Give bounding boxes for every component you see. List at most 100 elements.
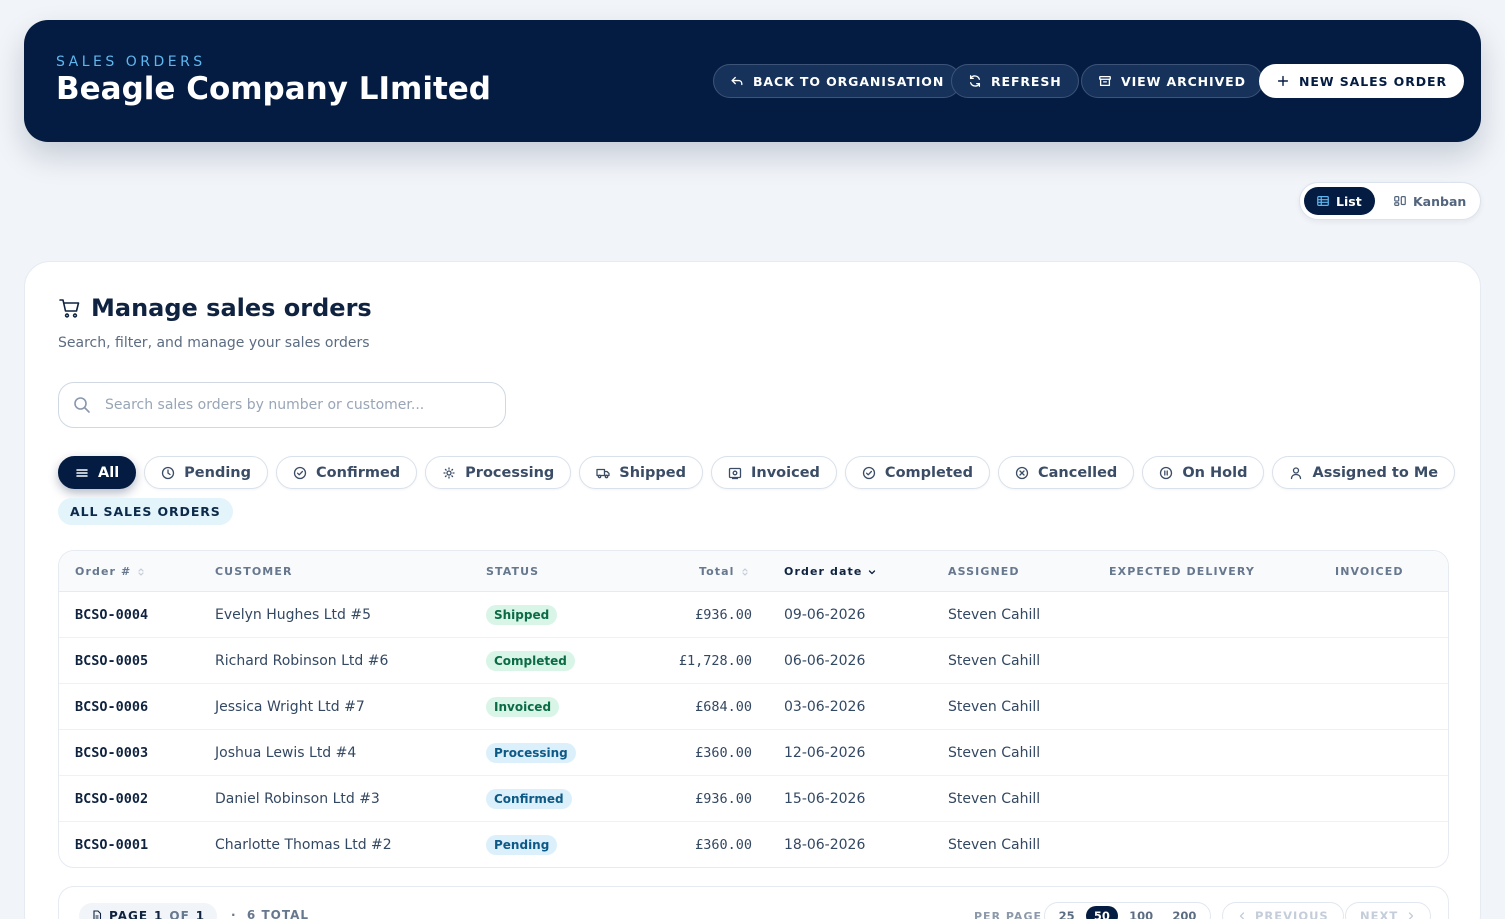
column-order-date[interactable]: Order date bbox=[784, 565, 877, 578]
refresh-button-label: REFRESH bbox=[991, 73, 1062, 89]
customer-name: Evelyn Hughes Ltd #5 bbox=[215, 607, 372, 623]
truck-icon bbox=[596, 468, 610, 478]
filter-label: Shipped bbox=[619, 464, 686, 481]
page-header: SALES ORDERS Beagle Company LImited BACK… bbox=[24, 20, 1481, 142]
assigned-user: Steven Cahill bbox=[948, 745, 1041, 761]
card-title: Manage sales orders bbox=[58, 294, 372, 322]
table-row[interactable]: BCSO-0006 Jessica Wright Ltd #7 Invoiced… bbox=[59, 684, 1448, 730]
customer-name: Jessica Wright Ltd #7 bbox=[215, 699, 365, 715]
filter-cancelled[interactable]: Cancelled bbox=[997, 456, 1135, 489]
assigned-user: Steven Cahill bbox=[948, 791, 1041, 807]
column-total[interactable]: Total bbox=[699, 565, 750, 578]
column-invoiced: INVOICED bbox=[1335, 565, 1404, 578]
list-view-label: List bbox=[1336, 193, 1362, 209]
order-date: 15-06-2026 bbox=[784, 791, 866, 807]
column-order-number[interactable]: Order # bbox=[75, 565, 146, 578]
list-view-toggle[interactable]: List bbox=[1304, 187, 1375, 215]
new-sales-order-label: NEW SALES ORDER bbox=[1299, 73, 1447, 89]
filter-label: On Hold bbox=[1182, 464, 1248, 481]
filter-shipped[interactable]: Shipped bbox=[579, 456, 703, 489]
per-page-selector: 25 50 100 200 bbox=[1044, 902, 1211, 919]
card-subtitle: Search, filter, and manage your sales or… bbox=[58, 335, 370, 351]
per-page-option-100[interactable]: 100 bbox=[1121, 906, 1161, 919]
document-icon bbox=[93, 910, 102, 919]
assigned-user: Steven Cahill bbox=[948, 837, 1041, 853]
order-total: £360.00 bbox=[695, 837, 752, 853]
back-to-organisation-button[interactable]: BACK TO ORGANISATION bbox=[713, 64, 962, 98]
order-total: £936.00 bbox=[695, 791, 752, 807]
filter-on-hold[interactable]: On Hold bbox=[1142, 456, 1265, 489]
check-circle-icon bbox=[862, 466, 876, 479]
order-number[interactable]: BCSO-0003 bbox=[75, 745, 148, 761]
active-filter-badge: ALL SALES ORDERS bbox=[58, 498, 233, 525]
order-total: £360.00 bbox=[695, 745, 752, 761]
kanban-view-label: Kanban bbox=[1413, 193, 1467, 209]
order-total: £1,728.00 bbox=[678, 653, 752, 669]
check-circle-icon bbox=[293, 466, 307, 479]
assigned-user: Steven Cahill bbox=[948, 607, 1041, 623]
search-input[interactable] bbox=[105, 397, 485, 413]
refresh-button[interactable]: REFRESH bbox=[951, 64, 1079, 98]
kanban-view-toggle[interactable]: Kanban bbox=[1381, 187, 1478, 215]
new-sales-order-button[interactable]: NEW SALES ORDER bbox=[1259, 64, 1464, 98]
separator-dot: · bbox=[231, 908, 247, 919]
table-list-icon bbox=[1317, 196, 1329, 206]
kanban-icon bbox=[1394, 196, 1406, 206]
table-row[interactable]: BCSO-0005 Richard Robinson Ltd #6 Comple… bbox=[59, 638, 1448, 684]
undo-arrow-icon bbox=[731, 76, 743, 86]
per-page-option-50[interactable]: 50 bbox=[1085, 906, 1118, 919]
gear-icon bbox=[443, 467, 455, 478]
filter-all[interactable]: All bbox=[58, 456, 137, 489]
filter-label: Invoiced bbox=[751, 464, 820, 481]
chevron-right-icon bbox=[1409, 912, 1414, 919]
order-number[interactable]: BCSO-0002 bbox=[75, 791, 148, 807]
filter-label: Processing bbox=[465, 464, 555, 481]
total-count-text: 6 TOTAL bbox=[246, 908, 310, 919]
table-header: Order # CUSTOMER STATUS Total Order date… bbox=[59, 551, 1448, 592]
column-label: STATUS bbox=[486, 565, 540, 578]
order-number[interactable]: BCSO-0001 bbox=[75, 837, 148, 853]
status-badge: Pending bbox=[486, 835, 558, 855]
previous-page-button[interactable]: PREVIOUS bbox=[1222, 902, 1344, 919]
status-badge: Confirmed bbox=[486, 789, 572, 809]
column-label: ASSIGNED bbox=[948, 565, 1020, 578]
filter-invoiced[interactable]: Invoiced bbox=[711, 456, 837, 489]
order-number[interactable]: BCSO-0004 bbox=[75, 607, 148, 623]
filter-label: Confirmed bbox=[316, 464, 401, 481]
column-assigned: ASSIGNED bbox=[948, 565, 1020, 578]
of-label: OF bbox=[169, 909, 190, 919]
page-indicator: PAGE 1 OF 1 bbox=[79, 903, 218, 919]
sort-icon bbox=[138, 567, 144, 576]
next-page-button[interactable]: NEXT bbox=[1345, 902, 1432, 919]
column-customer: CUSTOMER bbox=[215, 565, 293, 578]
table-row[interactable]: BCSO-0001 Charlotte Thomas Ltd #2 Pendin… bbox=[59, 822, 1448, 867]
assigned-user: Steven Cahill bbox=[948, 699, 1041, 715]
table-row[interactable]: BCSO-0004 Evelyn Hughes Ltd #5 Shipped £… bbox=[59, 592, 1448, 638]
filter-assigned-to-me[interactable]: Assigned to Me bbox=[1272, 456, 1456, 489]
status-badge: Processing bbox=[486, 743, 576, 763]
customer-name: Joshua Lewis Ltd #4 bbox=[215, 745, 357, 761]
filter-label: Pending bbox=[184, 464, 252, 481]
company-name: Beagle Company LImited bbox=[56, 71, 491, 107]
per-page-label: PER PAGE bbox=[974, 910, 1042, 919]
order-date: 06-06-2026 bbox=[784, 653, 866, 669]
order-number[interactable]: BCSO-0006 bbox=[75, 699, 148, 715]
search-icon bbox=[74, 397, 90, 413]
filter-completed[interactable]: Completed bbox=[844, 456, 990, 489]
view-archived-label: VIEW ARCHIVED bbox=[1121, 73, 1246, 89]
status-badge: Shipped bbox=[486, 605, 558, 625]
order-number[interactable]: BCSO-0005 bbox=[75, 653, 148, 669]
menu-lines-icon bbox=[76, 468, 88, 477]
pause-circle-icon bbox=[1160, 466, 1173, 479]
shopping-cart-icon bbox=[59, 299, 80, 318]
filter-label: Completed bbox=[884, 464, 973, 481]
per-page-option-200[interactable]: 200 bbox=[1164, 906, 1204, 919]
x-circle-icon bbox=[1015, 466, 1029, 479]
filter-pending[interactable]: Pending bbox=[144, 456, 269, 489]
table-row[interactable]: BCSO-0003 Joshua Lewis Ltd #4 Processing… bbox=[59, 730, 1448, 776]
table-row[interactable]: BCSO-0002 Daniel Robinson Ltd #3 Confirm… bbox=[59, 776, 1448, 822]
filter-processing[interactable]: Processing bbox=[425, 456, 572, 489]
view-archived-button[interactable]: VIEW ARCHIVED bbox=[1081, 64, 1263, 98]
per-page-option-25[interactable]: 25 bbox=[1051, 906, 1083, 919]
filter-confirmed[interactable]: Confirmed bbox=[276, 456, 418, 489]
